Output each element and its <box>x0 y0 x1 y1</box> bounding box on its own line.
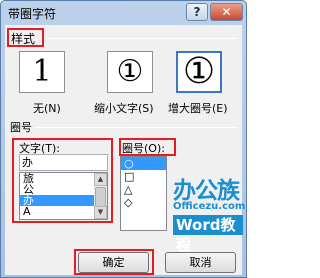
text-list-item[interactable]: A <box>20 206 94 217</box>
style-shrink-glyph: ① <box>116 54 144 89</box>
style-section-label: 样式 <box>11 32 36 46</box>
ok-button[interactable]: 确定 <box>78 252 149 273</box>
text-list[interactable]: 旅公办A ▲ ▼ <box>19 172 108 220</box>
scroll-down-icon[interactable]: ▼ <box>94 206 107 219</box>
triangle-icon: △ <box>124 183 133 196</box>
watermark-band: Word教程 <box>173 215 243 254</box>
style-enlarge-label[interactable]: 增大圈号(E) <box>168 100 228 116</box>
diamond-icon: ◇ <box>124 196 133 209</box>
circle-section-label: 圈号 <box>10 121 32 134</box>
enclosure-list-items: ○ □ △ ◇ <box>121 157 166 209</box>
text-list-scrollbar[interactable]: ▲ ▼ <box>94 173 107 219</box>
style-separator <box>47 38 237 39</box>
enclosure-list[interactable]: ○ □ △ ◇ <box>120 156 167 231</box>
cancel-button[interactable]: 取消 <box>165 252 236 273</box>
scroll-up-icon[interactable]: ▲ <box>94 173 107 186</box>
help-button[interactable]: ? <box>186 3 208 21</box>
watermark-url: Officezu.com <box>173 201 246 212</box>
text-input[interactable]: 办 <box>19 154 108 171</box>
style-enlarge-glyph: ① <box>182 51 216 92</box>
style-shrink-sample[interactable]: ① <box>107 51 153 93</box>
enclosure-field-label: 圈号(O): <box>122 142 165 155</box>
enclosure-list-item[interactable]: ◇ <box>121 196 166 209</box>
circle-separator <box>35 127 237 128</box>
circle-icon: ○ <box>124 157 134 170</box>
character-enclosure-dialog: 带圈字符 ? ✕ 样式 1 无(N) ① 缩小文字(S) ① 增大圈号(E) 圈… <box>0 0 247 278</box>
text-list-item[interactable]: 办 <box>20 195 94 206</box>
square-icon: □ <box>124 170 135 183</box>
enclosure-list-item[interactable]: □ <box>121 170 166 183</box>
style-shrink-label[interactable]: 缩小文字(S) <box>94 100 154 116</box>
watermark-brand: 办公族 <box>173 178 240 204</box>
style-none-sample[interactable]: 1 <box>19 51 65 93</box>
style-none-label[interactable]: 无(N) <box>33 100 61 116</box>
dialog-title: 带圈字符 <box>8 7 57 21</box>
close-button[interactable]: ✕ <box>210 3 243 21</box>
title-bar: 带圈字符 ? ✕ <box>1 1 246 23</box>
style-enlarge-sample[interactable]: ① <box>176 51 222 93</box>
enclosure-list-item[interactable]: △ <box>121 183 166 196</box>
style-none-glyph: 1 <box>32 54 52 89</box>
enclosure-list-item[interactable]: ○ <box>121 157 166 170</box>
